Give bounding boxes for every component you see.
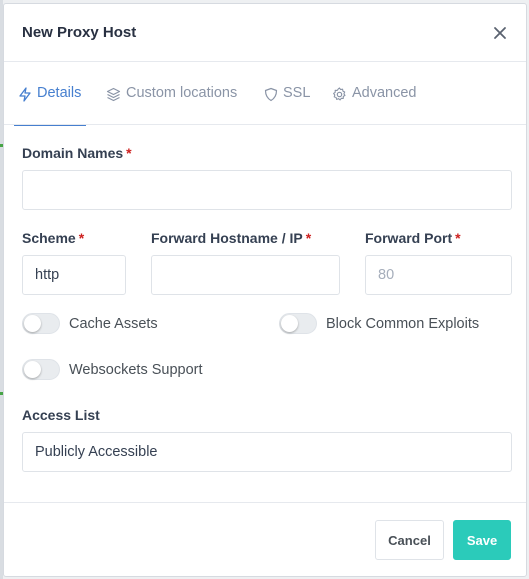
close-icon[interactable] — [492, 25, 508, 41]
tab-advanced[interactable]: Advanced — [332, 85, 417, 125]
tab-ssl-label: SSL — [283, 85, 311, 101]
save-button[interactable]: Save — [453, 520, 511, 560]
switch-knob — [24, 361, 41, 378]
switch-knob — [281, 315, 298, 332]
scheme-label: Scheme * — [22, 230, 85, 246]
cancel-button[interactable]: Cancel — [375, 520, 444, 560]
access-list-select[interactable] — [22, 432, 512, 472]
block-exploits-switch[interactable] — [279, 313, 317, 334]
domain-names-input[interactable] — [22, 170, 512, 210]
websockets-toggle[interactable]: Websockets Support — [22, 359, 203, 380]
forward-hostname-input[interactable] — [151, 255, 340, 295]
domain-names-label: Domain Names * — [22, 145, 132, 161]
layers-icon — [106, 85, 121, 106]
tab-details-label: Details — [37, 85, 82, 101]
modal-header: New Proxy Host — [4, 4, 526, 62]
modal-title: New Proxy Host — [22, 24, 137, 41]
cache-assets-toggle[interactable]: Cache Assets — [22, 313, 158, 334]
forward-hostname-label: Forward Hostname / IP * — [151, 230, 312, 246]
block-exploits-label: Block Common Exploits — [326, 315, 480, 332]
cache-assets-switch[interactable] — [22, 313, 60, 334]
block-exploits-toggle[interactable]: Block Common Exploits — [279, 313, 479, 334]
access-list-label: Access List — [22, 407, 100, 423]
tab-custom-locations-label: Custom locations — [126, 85, 238, 101]
switch-knob — [24, 315, 41, 332]
websockets-label: Websockets Support — [69, 361, 203, 378]
form-body: Domain Names* Scheme* Forward Hostname /… — [4, 125, 526, 505]
scheme-input[interactable] — [22, 255, 126, 295]
forward-port-label: Forward Port * — [365, 230, 461, 246]
gear-icon — [332, 85, 347, 106]
tab-custom-locations[interactable]: Custom locations — [106, 85, 237, 125]
forward-port-input[interactable] — [365, 255, 512, 295]
tab-details[interactable]: Details — [14, 85, 86, 126]
new-proxy-host-modal: New Proxy Host Details Custom locations … — [3, 3, 527, 577]
tab-ssl[interactable]: SSL — [264, 85, 310, 125]
shield-icon — [264, 85, 278, 106]
websockets-switch[interactable] — [22, 359, 60, 380]
bolt-icon — [18, 85, 32, 106]
modal-footer: Cancel Save — [4, 502, 526, 576]
tab-bar: Details Custom locations SSL Advanced — [4, 62, 526, 126]
cache-assets-label: Cache Assets — [69, 315, 158, 332]
tab-advanced-label: Advanced — [352, 85, 417, 101]
